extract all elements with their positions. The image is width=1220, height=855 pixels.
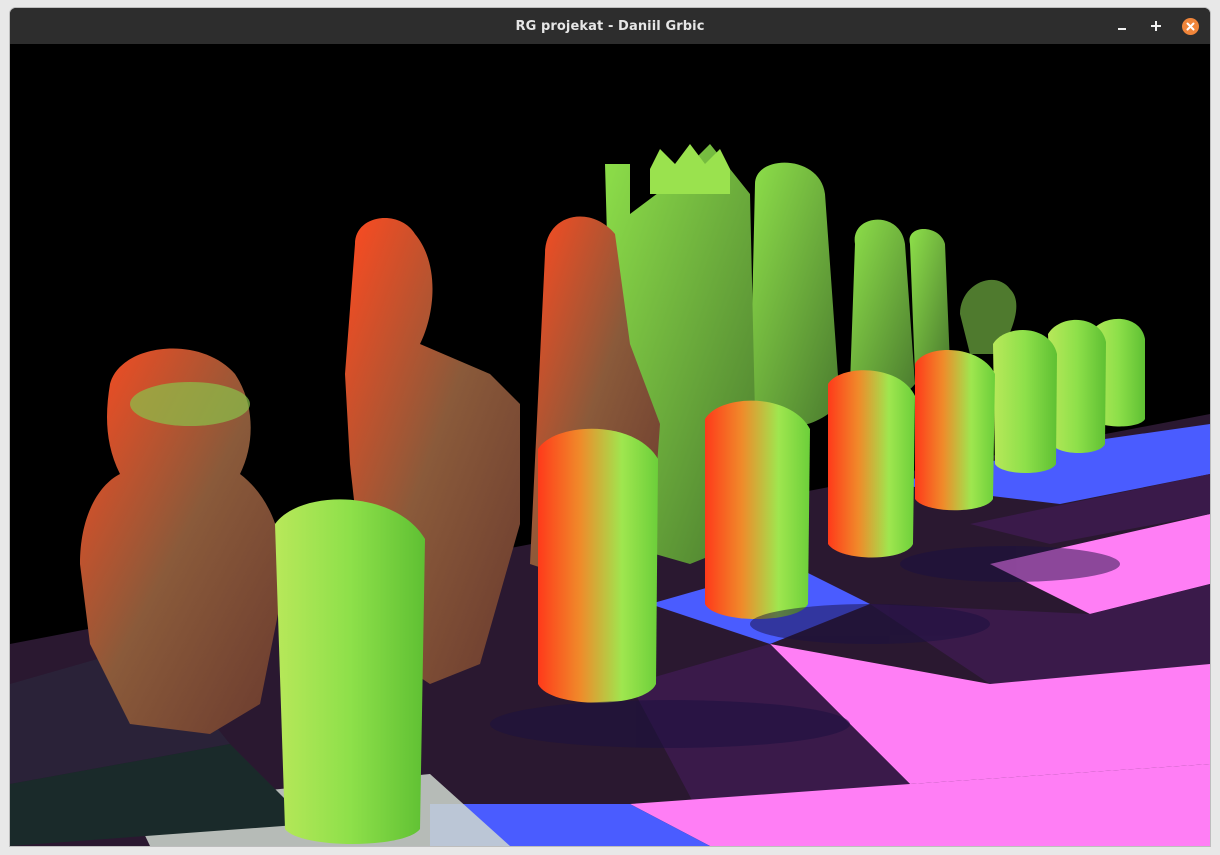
app-window: RG projekat - Daniil Grbic <box>10 8 1210 846</box>
pawn-6 <box>705 400 810 619</box>
title-bar[interactable]: RG projekat - Daniil Grbic <box>10 8 1210 44</box>
maximize-button[interactable] <box>1144 14 1168 38</box>
minimize-button[interactable] <box>1110 14 1134 38</box>
pawn-8 <box>275 499 425 844</box>
close-button[interactable] <box>1178 14 1202 38</box>
window-title: RG projekat - Daniil Grbic <box>515 18 705 34</box>
pawn-4 <box>915 350 995 511</box>
close-icon <box>1181 17 1199 35</box>
maximize-icon <box>1151 21 1161 31</box>
pawn-3 <box>993 330 1057 473</box>
render-viewport[interactable] <box>10 44 1210 846</box>
minimize-icon <box>1118 28 1126 30</box>
chess-scene <box>10 144 1210 846</box>
window-controls <box>1100 8 1202 44</box>
pawn-5 <box>828 370 915 558</box>
pawn-7 <box>538 428 658 703</box>
